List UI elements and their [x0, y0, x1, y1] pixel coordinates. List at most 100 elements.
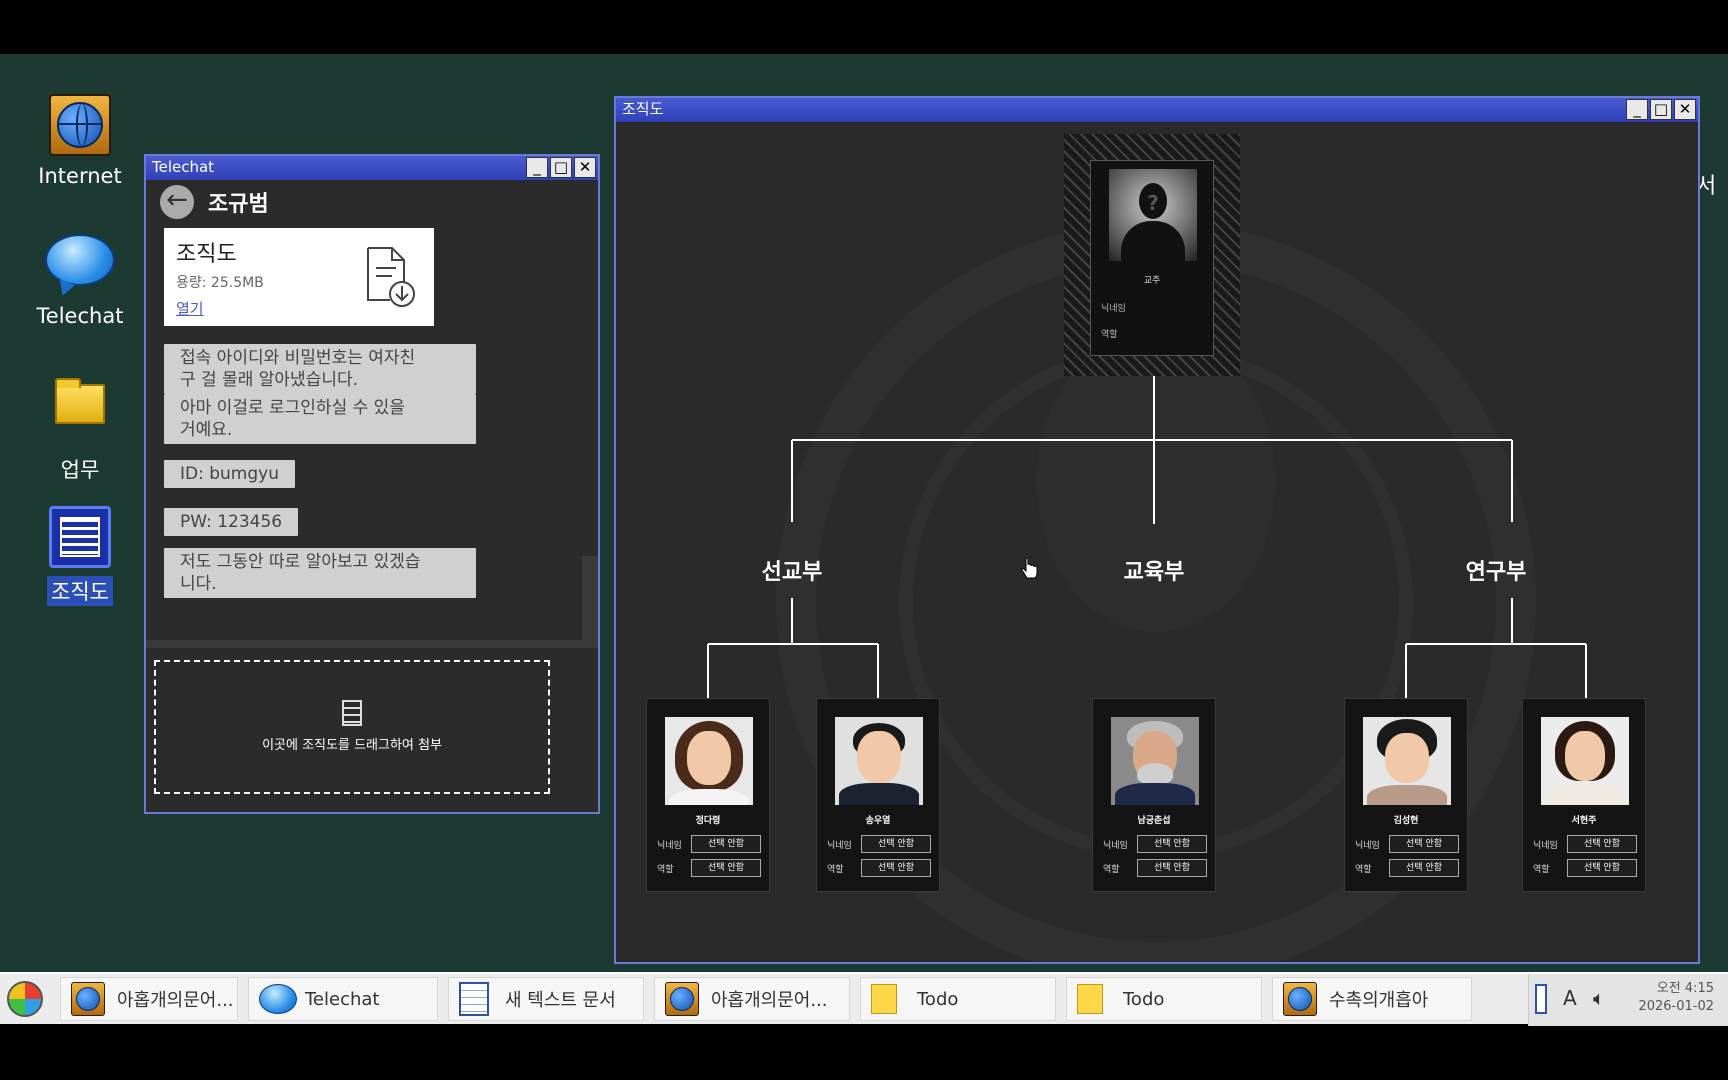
chat-divider [146, 640, 598, 648]
taskbar-item-label: 아홉개의문어... [117, 990, 234, 1011]
taskbar-item[interactable]: 새 텍스트 문서 [448, 977, 644, 1021]
clock-time: 오전 4:15 [1656, 981, 1714, 996]
globe-icon [665, 982, 699, 1016]
notepad-icon[interactable] [1535, 984, 1547, 1014]
member-name: 서현주 [1571, 816, 1597, 826]
screen: Internet Telechat 업무 조직도 서 Telechat _ □ … [0, 0, 1728, 1080]
nickname-select[interactable]: 선택 안함 [1567, 835, 1637, 853]
member-card[interactable]: 남궁춘섭 닉네임 선택 안함 역할 선택 안함 [1092, 698, 1216, 892]
taskbar-item[interactable]: 아홉개의문어... [654, 977, 850, 1021]
start-logo-icon [7, 981, 43, 1017]
nickname-label: 닉네임 [1103, 840, 1128, 851]
nickname-select[interactable]: 선택 안함 [1137, 835, 1207, 853]
document-icon [44, 506, 116, 572]
taskbar-item-label: 수촉의개흡아 [1329, 990, 1429, 1011]
org-chart-titlebar[interactable]: 조직도 _ □ ✕ [616, 98, 1698, 122]
drop-zone-label: 이곳에 조직도를 드래그하여 첨부 [262, 738, 442, 753]
ime-indicator[interactable]: A [1563, 986, 1577, 1010]
folder-icon [44, 378, 116, 450]
member-card[interactable]: 서현주 닉네임 선택 안함 역할 선택 안함 [1522, 698, 1646, 892]
role-select[interactable]: 선택 안함 [691, 859, 761, 877]
system-tray: A 🔈︎ 오전 4:15 2026-01-02 [1528, 974, 1728, 1026]
file-download-icon[interactable] [362, 244, 418, 308]
role-label: 역할 [1533, 864, 1550, 875]
nickname-label: 닉네임 [1355, 840, 1380, 851]
start-button[interactable] [0, 975, 50, 1023]
role-label: 역할 [827, 864, 844, 875]
close-button[interactable]: ✕ [574, 157, 596, 178]
close-button[interactable]: ✕ [1674, 99, 1696, 120]
leader-nickname-label: 닉네임 [1101, 304, 1126, 314]
desktop-icon-telechat[interactable]: Telechat [20, 234, 140, 328]
window-title: Telechat [152, 158, 215, 176]
desktop-icon-label: 조직도 [47, 576, 113, 606]
role-label: 역할 [657, 864, 674, 875]
member-photo [1363, 717, 1451, 805]
minimize-button[interactable]: _ [526, 157, 548, 178]
taskbar-item-label: Todo [917, 988, 959, 1010]
role-select[interactable]: 선택 안함 [1567, 859, 1637, 877]
desktop-icon-label: 업무 [60, 458, 100, 482]
org-chart-canvas: ? 교주 닉네임 역할 선교부 교육부 연구부 정다령 닉네임 선택 안함 역할… [616, 122, 1696, 962]
globe-icon [44, 94, 116, 160]
maximize-button[interactable]: □ [550, 157, 572, 178]
maximize-button[interactable]: □ [1650, 99, 1672, 120]
role-select[interactable]: 선택 안함 [1389, 859, 1459, 877]
chat-message: ID: bumgyu [164, 460, 295, 488]
taskbar: 아홉개의문어... Telechat 새 텍스트 문서 아홉개의문어... To… [0, 972, 1728, 1026]
nickname-label: 닉네임 [657, 840, 682, 851]
member-card[interactable]: 정다령 닉네임 선택 안함 역할 선택 안함 [646, 698, 770, 892]
department-missionary: 선교부 [761, 560, 823, 585]
member-card[interactable]: 김성현 닉네임 선택 안함 역할 선택 안함 [1344, 698, 1468, 892]
chat-message: 저도 그동안 따로 알아보고 있겠습 니다. [164, 548, 476, 598]
org-chart-window: 조직도 _ □ ✕ ? 교주 닉네임 역할 선교부 교육부 연구부 정다령 닉네… [614, 96, 1700, 964]
minimize-button[interactable]: _ [1626, 99, 1648, 120]
window-title: 조직도 [622, 100, 664, 118]
taskbar-item[interactable]: 수촉의개흡아 [1272, 977, 1472, 1021]
desktop-icon-org-chart[interactable]: 조직도 [20, 506, 140, 606]
sticky-note-icon [871, 982, 905, 1016]
taskbar-item-label: 새 텍스트 문서 [505, 990, 616, 1011]
desktop-icon-internet[interactable]: Internet [20, 94, 140, 188]
back-arrow-icon[interactable]: ← [160, 185, 194, 219]
file-open-link[interactable]: 열기 [176, 298, 204, 319]
department-research: 연구부 [1465, 560, 1527, 585]
nickname-select[interactable]: 선택 안함 [691, 835, 761, 853]
clock-date: 2026-01-02 [1638, 999, 1714, 1014]
taskbar-item[interactable]: Todo [1066, 977, 1262, 1021]
role-select[interactable]: 선택 안함 [861, 859, 931, 877]
chat-scrollbar[interactable] [582, 556, 598, 644]
member-photo [665, 717, 753, 805]
member-name: 송우열 [865, 816, 891, 826]
taskbar-item[interactable]: Todo [860, 977, 1056, 1021]
chat-message: PW: 123456 [164, 508, 299, 536]
nickname-select[interactable]: 선택 안함 [1389, 835, 1459, 853]
taskbar-item[interactable]: Telechat [248, 977, 438, 1021]
globe-icon [1283, 982, 1317, 1016]
nickname-select[interactable]: 선택 안함 [861, 835, 931, 853]
taskbar-item[interactable]: 아홉개의문어... [60, 977, 238, 1021]
member-photo [835, 717, 923, 805]
desktop-icon-label: Internet [38, 164, 122, 188]
member-card[interactable]: 송우열 닉네임 선택 안함 역할 선택 안함 [816, 698, 940, 892]
member-name: 김성현 [1393, 816, 1419, 826]
desktop: Internet Telechat 업무 조직도 서 Telechat _ □ … [0, 54, 1728, 972]
chat-message: 아마 이걸로 로그인하실 수 있을 거예요. [164, 394, 476, 444]
desktop-icon-work-folder[interactable]: 업무 [20, 372, 140, 484]
globe-icon [71, 982, 105, 1016]
clock[interactable]: 오전 4:15 2026-01-02 [1638, 980, 1714, 1016]
chat-bubble-icon [259, 982, 297, 1016]
attachment-drop-zone[interactable]: 이곳에 조직도를 드래그하여 첨부 [154, 660, 550, 794]
role-select[interactable]: 선택 안함 [1137, 859, 1207, 877]
sticky-note-icon [1077, 982, 1111, 1016]
speaker-icon[interactable]: 🔈︎ [1593, 986, 1605, 1010]
role-label: 역할 [1355, 864, 1372, 875]
member-name: 남궁춘섭 [1137, 816, 1171, 826]
taskbar-item-label: Todo [1123, 988, 1165, 1010]
leader-name: 교주 [1143, 276, 1161, 286]
member-name: 정다령 [695, 816, 721, 826]
file-attachment-card[interactable]: 조직도 용량: 25.5MB 열기 [164, 228, 434, 326]
telechat-titlebar[interactable]: Telechat _ □ ✕ [146, 156, 598, 180]
member-photo [1111, 717, 1199, 805]
leader-card[interactable]: ? 교주 닉네임 역할 [1064, 134, 1240, 376]
